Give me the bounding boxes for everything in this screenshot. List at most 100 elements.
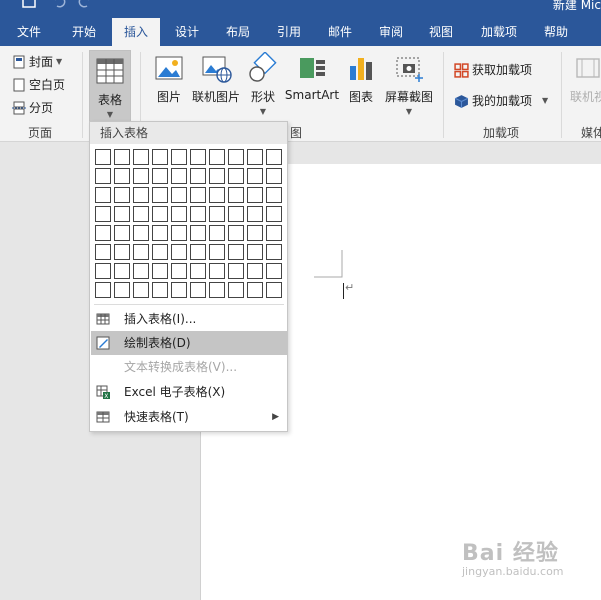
redo-icon[interactable]: [78, 0, 92, 8]
table-grid-cell[interactable]: [190, 263, 206, 279]
table-grid-cell[interactable]: [114, 225, 130, 241]
table-grid-cell[interactable]: [228, 225, 244, 241]
table-grid-cell[interactable]: [171, 168, 187, 184]
table-grid-cell[interactable]: [247, 206, 263, 222]
save-icon[interactable]: [22, 0, 36, 8]
table-grid-cell[interactable]: [209, 149, 225, 165]
table-grid-cell[interactable]: [114, 168, 130, 184]
table-grid-cell[interactable]: [171, 225, 187, 241]
table-grid-cell[interactable]: [209, 282, 225, 298]
table-grid-cell[interactable]: [152, 206, 168, 222]
tab-design[interactable]: 设计: [164, 18, 210, 46]
tab-layout[interactable]: 布局: [214, 18, 262, 46]
table-grid-cell[interactable]: [171, 263, 187, 279]
get-addins-button[interactable]: 获取加载项: [454, 60, 532, 80]
table-grid-cell[interactable]: [228, 282, 244, 298]
table-grid-cell[interactable]: [247, 263, 263, 279]
table-grid-cell[interactable]: [133, 187, 149, 203]
table-grid-cell[interactable]: [266, 282, 282, 298]
table-grid-cell[interactable]: [152, 263, 168, 279]
table-grid-cell[interactable]: [171, 187, 187, 203]
blank-page-button[interactable]: 空白页: [12, 75, 65, 95]
table-grid-cell[interactable]: [171, 149, 187, 165]
my-addins-button[interactable]: 我的加载项 ▼: [454, 91, 548, 111]
table-grid-cell[interactable]: [266, 263, 282, 279]
tab-view[interactable]: 视图: [418, 18, 464, 46]
table-button[interactable]: 表格 ▼: [89, 50, 131, 122]
table-grid-cell[interactable]: [171, 282, 187, 298]
table-grid-cell[interactable]: [152, 187, 168, 203]
table-grid-cell[interactable]: [95, 282, 111, 298]
table-grid-cell[interactable]: [247, 282, 263, 298]
table-grid-cell[interactable]: [209, 187, 225, 203]
table-grid-cell[interactable]: [209, 206, 225, 222]
table-grid-cell[interactable]: [266, 225, 282, 241]
table-grid-cell[interactable]: [114, 263, 130, 279]
table-grid-cell[interactable]: [209, 263, 225, 279]
table-grid-cell[interactable]: [114, 149, 130, 165]
screenshot-button[interactable]: 屏幕截图 ▼: [382, 52, 436, 116]
table-grid-cell[interactable]: [247, 168, 263, 184]
table-grid-cell[interactable]: [133, 282, 149, 298]
table-grid-cell[interactable]: [228, 168, 244, 184]
shapes-button[interactable]: 形状 ▼: [247, 52, 279, 116]
table-grid-cell[interactable]: [152, 168, 168, 184]
cover-page-button[interactable]: 封面 ▼: [12, 52, 62, 72]
picture-button[interactable]: 图片: [152, 52, 186, 105]
table-grid-cell[interactable]: [133, 263, 149, 279]
page-break-button[interactable]: 分页: [12, 98, 53, 118]
table-grid-cell[interactable]: [114, 244, 130, 260]
table-grid-cell[interactable]: [228, 187, 244, 203]
excel-spreadsheet-item[interactable]: X Excel 电子表格(X): [91, 380, 287, 404]
table-grid-cell[interactable]: [190, 149, 206, 165]
table-grid-cell[interactable]: [228, 149, 244, 165]
table-grid-cell[interactable]: [95, 149, 111, 165]
table-grid-cell[interactable]: [190, 187, 206, 203]
table-grid-cell[interactable]: [209, 225, 225, 241]
table-grid-cell[interactable]: [247, 244, 263, 260]
table-grid-cell[interactable]: [114, 187, 130, 203]
table-grid-cell[interactable]: [190, 244, 206, 260]
table-grid-cell[interactable]: [171, 206, 187, 222]
table-grid-cell[interactable]: [228, 244, 244, 260]
tab-help[interactable]: 帮助: [534, 18, 578, 46]
table-grid-cell[interactable]: [133, 225, 149, 241]
tab-file[interactable]: 文件: [8, 18, 50, 46]
table-grid-cell[interactable]: [152, 282, 168, 298]
draw-table-item[interactable]: 绘制表格(D): [91, 331, 287, 355]
insert-table-item[interactable]: 插入表格(I)...: [91, 307, 287, 331]
convert-text-to-table-item[interactable]: 文本转换成表格(V)...: [91, 355, 287, 379]
table-grid-cell[interactable]: [266, 168, 282, 184]
table-grid-cell[interactable]: [266, 187, 282, 203]
table-grid-cell[interactable]: [209, 168, 225, 184]
table-grid-cell[interactable]: [247, 149, 263, 165]
table-grid-cell[interactable]: [266, 244, 282, 260]
table-grid-cell[interactable]: [152, 244, 168, 260]
table-grid-cell[interactable]: [95, 244, 111, 260]
table-grid-cell[interactable]: [190, 206, 206, 222]
online-picture-button[interactable]: 联机图片: [189, 52, 243, 105]
quick-tables-item[interactable]: 快速表格(T) ▶: [91, 405, 287, 429]
table-grid-cell[interactable]: [190, 168, 206, 184]
tab-insert[interactable]: 插入: [112, 18, 160, 46]
table-grid-cell[interactable]: [247, 225, 263, 241]
table-grid-cell[interactable]: [114, 282, 130, 298]
table-grid-cell[interactable]: [152, 225, 168, 241]
online-video-button[interactable]: 联机视: [568, 52, 601, 105]
table-grid-cell[interactable]: [209, 244, 225, 260]
table-grid-cell[interactable]: [152, 149, 168, 165]
table-grid-cell[interactable]: [133, 206, 149, 222]
table-grid-cell[interactable]: [247, 187, 263, 203]
table-grid-cell[interactable]: [133, 244, 149, 260]
table-grid-cell[interactable]: [114, 206, 130, 222]
undo-icon[interactable]: [52, 0, 66, 8]
table-grid-cell[interactable]: [228, 263, 244, 279]
tab-home[interactable]: 开始: [60, 18, 108, 46]
table-grid-cell[interactable]: [95, 225, 111, 241]
table-grid-cell[interactable]: [95, 168, 111, 184]
smartart-button[interactable]: SmartArt: [284, 52, 340, 102]
table-grid-cell[interactable]: [133, 149, 149, 165]
table-grid-cell[interactable]: [95, 206, 111, 222]
tab-addins[interactable]: 加载项: [472, 18, 526, 46]
table-grid-cell[interactable]: [95, 187, 111, 203]
